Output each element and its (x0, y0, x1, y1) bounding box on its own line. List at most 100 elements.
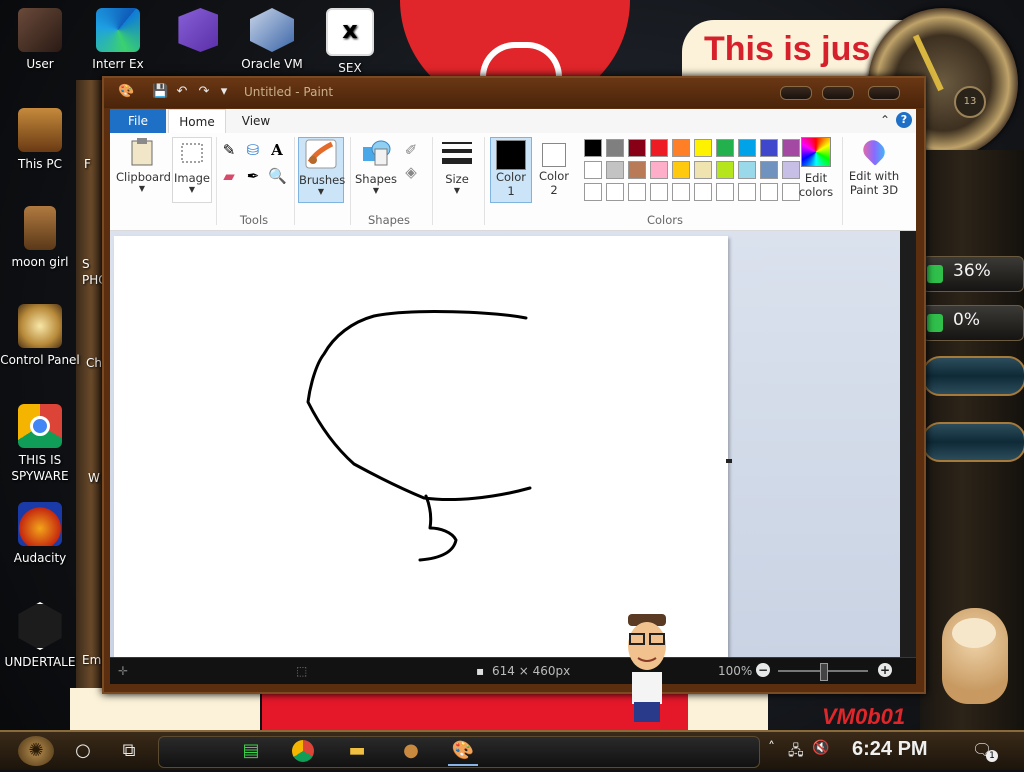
palette-swatch[interactable] (584, 161, 602, 179)
taskbar-clock[interactable]: 6:24 PM (852, 738, 928, 761)
desktop-icon-undertale[interactable]: UNDERTALE (0, 602, 80, 670)
palette-swatch[interactable] (606, 139, 624, 157)
control-panel-icon (18, 304, 62, 348)
minimize-button[interactable] (780, 86, 812, 100)
palette-swatch[interactable] (694, 139, 712, 157)
desktop-icon-partial[interactable]: F (84, 156, 104, 172)
desktop-icon-user[interactable]: User (0, 8, 80, 72)
paint-app-icon[interactable]: 🎨 (118, 84, 134, 100)
fill-icon[interactable]: ◈ (402, 163, 420, 181)
palette-swatch[interactable] (760, 161, 778, 179)
palette-swatch[interactable] (584, 183, 602, 201)
desktop-icon-audacity[interactable]: Audacity (0, 502, 80, 566)
image-button[interactable]: Image ▼ (172, 137, 212, 203)
palette-swatch[interactable] (694, 161, 712, 179)
palette-swatch[interactable] (738, 161, 756, 179)
ribbon-separator (432, 137, 433, 225)
save-icon[interactable]: 💾 (152, 84, 168, 100)
desktop-icon-label: User (26, 57, 54, 71)
desktop-icon-control-panel[interactable]: Control Panel (0, 304, 80, 368)
collapse-ribbon-icon[interactable]: ⌃ (880, 113, 890, 127)
search-icon[interactable]: ○ (68, 736, 98, 766)
close-button[interactable] (868, 86, 900, 100)
palette-swatch[interactable] (650, 139, 668, 157)
palette-swatch[interactable] (738, 139, 756, 157)
palette-swatch[interactable] (650, 161, 668, 179)
palette-swatch[interactable] (628, 183, 646, 201)
desktop-icon-visual-studio[interactable] (156, 8, 236, 56)
palette-swatch[interactable] (716, 139, 734, 157)
magnifier-icon[interactable]: 🔍 (268, 167, 287, 185)
shapes-button[interactable]: Shapes ▼ (354, 137, 398, 203)
desktop-icon-moon-girl[interactable]: moon girl (0, 206, 80, 270)
palette-swatch[interactable] (694, 183, 712, 201)
color2-button[interactable]: Color 2 (534, 137, 574, 203)
tab-file[interactable]: File (110, 109, 166, 133)
outline-icon[interactable]: ✐ (402, 141, 420, 159)
title-bar[interactable]: 🎨 💾 ↶ ↷ ▾ Untitled - Paint (104, 78, 924, 108)
network-icon[interactable]: 🖧 (788, 740, 804, 764)
tab-home[interactable]: Home (168, 109, 226, 133)
edit-with-paint3d-button[interactable]: Edit with Paint 3D (846, 136, 902, 203)
zoom-in-button[interactable]: + (878, 663, 892, 677)
image-size-icon: ▪ (476, 664, 485, 678)
color-picker-icon[interactable]: ✒ (244, 167, 262, 185)
customize-toolbar-icon[interactable]: ▾ (216, 84, 232, 100)
help-icon[interactable]: ? (896, 112, 912, 128)
gauge-fill (927, 265, 943, 283)
clipboard-button[interactable]: Clipboard ▼ (116, 137, 171, 203)
size-button[interactable]: Size ▼ (436, 137, 478, 203)
tab-view[interactable]: View (228, 109, 284, 133)
palette-swatch[interactable] (606, 183, 624, 201)
palette-swatch[interactable] (628, 139, 646, 157)
palette-swatch[interactable] (672, 139, 690, 157)
desktop-icon-this-pc[interactable]: This PC (0, 108, 80, 172)
drawing-canvas[interactable] (114, 236, 728, 657)
palette-swatch[interactable] (716, 183, 734, 201)
brushes-button[interactable]: Brushes ▼ (298, 137, 345, 203)
desktop-icon-chrome[interactable]: THIS IS SPYWARE (0, 404, 80, 484)
vertical-scrollbar[interactable] (900, 231, 916, 657)
palette-swatch[interactable] (584, 139, 602, 157)
zoom-slider-thumb[interactable] (820, 663, 828, 681)
start-button[interactable]: ✺ (18, 736, 54, 766)
eraser-icon[interactable]: ▰ (220, 167, 238, 185)
wallpaper-bottom-left (70, 688, 260, 730)
wallpaper-watermark: VM0b01 (822, 704, 906, 729)
desktop-icon-sex[interactable]: SEX (310, 8, 390, 76)
palette-swatch[interactable] (672, 183, 690, 201)
color1-button[interactable]: Color 1 (490, 137, 532, 203)
palette-swatch[interactable] (738, 183, 756, 201)
edit-colors-button[interactable]: Edit colors (794, 137, 838, 203)
palette-swatch[interactable] (716, 161, 734, 179)
chrome-taskbar-icon[interactable] (288, 736, 318, 766)
palette-swatch[interactable] (672, 161, 690, 179)
paint-taskbar-icon[interactable]: 🎨 (448, 736, 478, 766)
zoom-out-button[interactable]: − (756, 663, 770, 677)
maximize-button[interactable] (822, 86, 854, 100)
palette-swatch[interactable] (760, 139, 778, 157)
sheets-app-icon[interactable]: ▤ (236, 736, 266, 766)
canvas-work-area[interactable] (110, 231, 916, 657)
edit-colors-label: Edit colors (798, 171, 834, 199)
redo-icon[interactable]: ↷ (196, 84, 212, 100)
palette-swatch[interactable] (650, 183, 668, 201)
fill-bucket-icon[interactable]: ⛁ (244, 141, 262, 159)
palette-swatch[interactable] (628, 161, 646, 179)
desktop-icon-oracle-vm[interactable]: Oracle VM (232, 8, 312, 72)
desktop-icon-edge[interactable]: Interr Ex (78, 8, 158, 72)
undo-icon[interactable]: ↶ (174, 84, 190, 100)
palette-swatch[interactable] (760, 183, 778, 201)
volume-muted-icon[interactable]: 🔇 (812, 740, 829, 756)
pencil-icon[interactable]: ✎ (220, 141, 238, 159)
show-hidden-icons[interactable]: ˄ (768, 740, 775, 756)
file-explorer-icon[interactable]: ▬ (342, 736, 372, 766)
palette-swatch[interactable] (606, 161, 624, 179)
canvas-resize-handle[interactable] (726, 459, 732, 463)
hamster-app-icon[interactable]: ● (396, 736, 426, 766)
task-view-icon[interactable]: ⧉ (114, 736, 144, 766)
text-tool-icon[interactable]: A (268, 141, 286, 159)
paint-window[interactable]: 🎨 💾 ↶ ↷ ▾ Untitled - Paint File Home Vie… (102, 76, 926, 694)
desktop-icon-label: UNDERTALE (4, 655, 76, 669)
drawing-strokes (306, 310, 532, 562)
